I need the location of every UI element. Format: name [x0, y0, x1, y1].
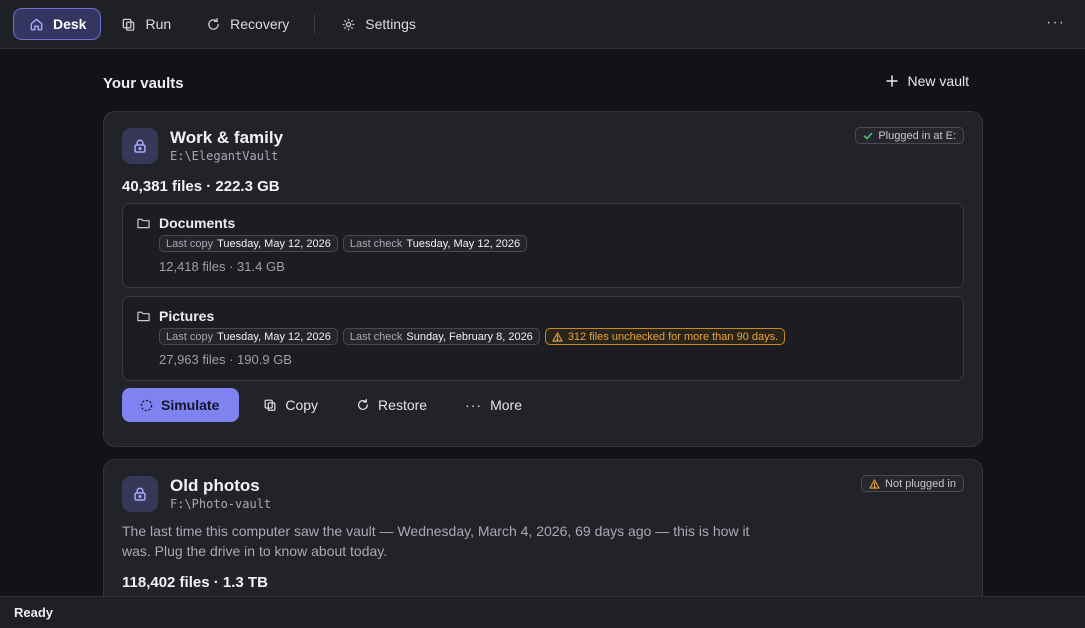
more-label: More: [490, 397, 522, 413]
nav-run-label: Run: [145, 16, 172, 32]
vault-name: Old photos: [170, 476, 260, 495]
folder-icon: [137, 310, 150, 322]
last-copy-value: Tuesday, May 12, 2026: [217, 330, 331, 343]
ellipsis-icon[interactable]: ···: [1046, 14, 1065, 32]
last-copy-label: Last copy: [166, 330, 214, 343]
new-vault-label: New vault: [907, 73, 969, 89]
simulate-button[interactable]: Simulate: [122, 388, 240, 422]
last-copy-label: Last copy: [166, 237, 214, 250]
nav-desk-label: Desk: [53, 16, 87, 32]
nav-separator: [314, 14, 316, 34]
vault-card: Old photos F:\Photo-vault Not plugged in…: [103, 459, 983, 596]
refresh-icon: [356, 398, 370, 412]
nav-recovery-button[interactable]: Recovery: [190, 8, 304, 40]
last-check-label: Last check: [349, 330, 403, 343]
last-copy-tag: Last copy Tuesday, May 12, 2026: [159, 235, 338, 252]
check-icon: [863, 131, 873, 141]
vault-header: Work & family E:\ElegantVault Plugged in…: [104, 112, 982, 176]
last-check-value: Sunday, February 8, 2026: [406, 330, 533, 343]
folder-name: Documents: [159, 215, 236, 231]
last-check-value: Tuesday, May 12, 2026: [406, 237, 521, 250]
folder-stats: 12,418 files · 31.4 GB: [159, 259, 285, 274]
last-check-label: Last check: [349, 237, 403, 250]
vault-header: Old photos F:\Photo-vault Not plugged in: [104, 460, 982, 524]
copy-icon: [263, 398, 277, 412]
warning-text: 312 files unchecked for more than 90 day…: [567, 330, 779, 343]
last-copy-tag: Last copy Tuesday, May 12, 2026: [159, 328, 338, 345]
ellipsis-icon: ···: [465, 397, 483, 413]
lock-icon: [122, 128, 158, 164]
copy-button[interactable]: Copy: [247, 388, 334, 422]
status-text: Not plugged in: [885, 477, 956, 490]
restore-button[interactable]: Restore: [340, 388, 443, 422]
lock-icon: [122, 476, 158, 512]
main-content: Your vaults New vault Work & family E:\E…: [103, 49, 983, 596]
last-check-tag: Last check Sunday, February 8, 2026: [342, 328, 540, 345]
top-toolbar: Desk Run Recovery Settings ···: [0, 0, 1085, 49]
vault-name: Work & family: [170, 128, 284, 147]
status-badge: Plugged in at E:: [855, 127, 964, 144]
vault-card: Work & family E:\ElegantVault Plugged in…: [103, 111, 983, 447]
nav-settings-label: Settings: [365, 16, 416, 32]
copy-label: Copy: [285, 397, 319, 413]
plus-icon: [885, 75, 898, 87]
spinner-icon: [140, 399, 153, 412]
warning-icon: [869, 478, 880, 489]
status-bar: Ready: [0, 596, 1085, 628]
warning-tag: 312 files unchecked for more than 90 day…: [544, 328, 786, 345]
nav-desk-button[interactable]: Desk: [13, 8, 102, 40]
page-title: Your vaults: [103, 75, 184, 92]
last-seen-note: The last time this computer saw the vaul…: [122, 523, 750, 559]
nav-recovery-label: Recovery: [230, 16, 290, 32]
warning-icon: [552, 331, 563, 342]
folder-icon: [137, 217, 150, 229]
section-header: Your vaults New vault: [103, 49, 983, 111]
vault-totals: 40,381 files · 222.3 GB: [122, 178, 280, 195]
refresh-icon: [205, 16, 221, 32]
vault-actions: Simulate Copy Restore ··· More: [122, 388, 544, 422]
folder-item-pictures[interactable]: Pictures Last copy Tuesday, May 12, 2026…: [122, 296, 964, 381]
last-check-tag: Last check Tuesday, May 12, 2026: [342, 235, 528, 252]
vault-path: E:\ElegantVault: [170, 149, 279, 163]
more-button[interactable]: ··· More: [449, 388, 538, 422]
nav-run-button[interactable]: Run: [105, 8, 186, 40]
vault-path: F:\Photo-vault: [170, 497, 272, 511]
folder-item-documents[interactable]: Documents Last copy Tuesday, May 12, 202…: [122, 203, 964, 288]
nav-settings-button[interactable]: Settings: [325, 8, 431, 40]
vault-totals: 118,402 files · 1.3 TB: [122, 574, 268, 591]
status-text: Plugged in at E:: [878, 129, 956, 142]
simulate-label: Simulate: [161, 397, 220, 413]
folder-tags: Last copy Tuesday, May 12, 2026 Last che…: [159, 235, 532, 252]
folder-stats: 27,963 files · 190.9 GB: [159, 352, 292, 367]
folder-name: Pictures: [159, 308, 215, 324]
last-copy-value: Tuesday, May 12, 2026: [217, 237, 331, 250]
new-vault-button[interactable]: New vault: [885, 73, 969, 89]
status-bar-text: Ready: [14, 605, 54, 620]
copy-icon: [120, 16, 136, 32]
home-icon: [28, 16, 44, 32]
restore-label: Restore: [378, 397, 428, 413]
status-badge: Not plugged in: [861, 475, 964, 492]
folder-tags: Last copy Tuesday, May 12, 2026 Last che…: [159, 328, 790, 345]
gear-icon: [340, 16, 356, 32]
